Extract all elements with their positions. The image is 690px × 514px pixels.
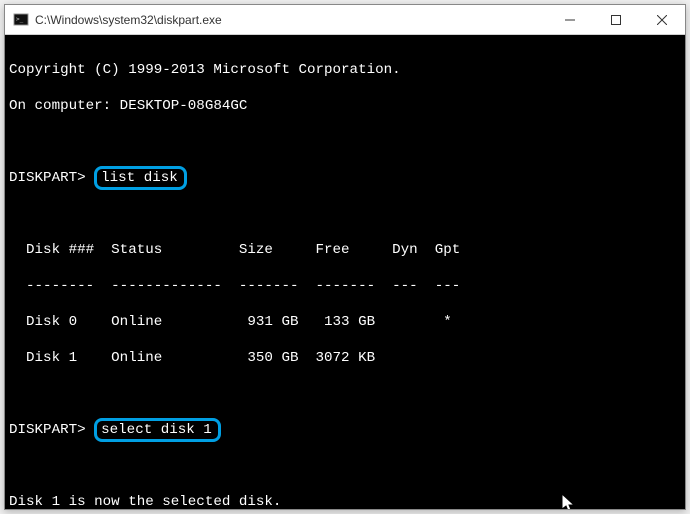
disk-table-divider: -------- ------------- ------- ------- -… [9,277,681,295]
app-icon: >_ [13,12,29,28]
copyright-line: Copyright (C) 1999-2013 Microsoft Corpor… [9,61,681,79]
titlebar: >_ C:\Windows\system32\diskpart.exe [5,5,685,35]
msg-disk-selected: Disk 1 is now the selected disk. [9,493,681,509]
svg-text:>_: >_ [16,16,24,23]
terminal-output[interactable]: Copyright (C) 1999-2013 Microsoft Corpor… [5,35,685,509]
command-list-disk: list disk [94,166,187,190]
command-select-disk: select disk 1 [94,418,221,442]
diskpart-window: >_ C:\Windows\system32\diskpart.exe Copy… [4,4,686,510]
close-button[interactable] [639,5,685,34]
computer-line: On computer: DESKTOP-08G84GC [9,97,681,115]
disk-table-header: Disk ### Status Size Free Dyn Gpt [9,241,681,259]
window-controls [547,5,685,34]
disk-row-0: Disk 0 Online 931 GB 133 GB * [9,313,681,331]
disk-row-1: Disk 1 Online 350 GB 3072 KB [9,349,681,367]
prompt: DISKPART> [9,422,86,438]
maximize-button[interactable] [593,5,639,34]
prompt: DISKPART> [9,170,86,186]
minimize-button[interactable] [547,5,593,34]
window-title: C:\Windows\system32\diskpart.exe [35,13,222,27]
